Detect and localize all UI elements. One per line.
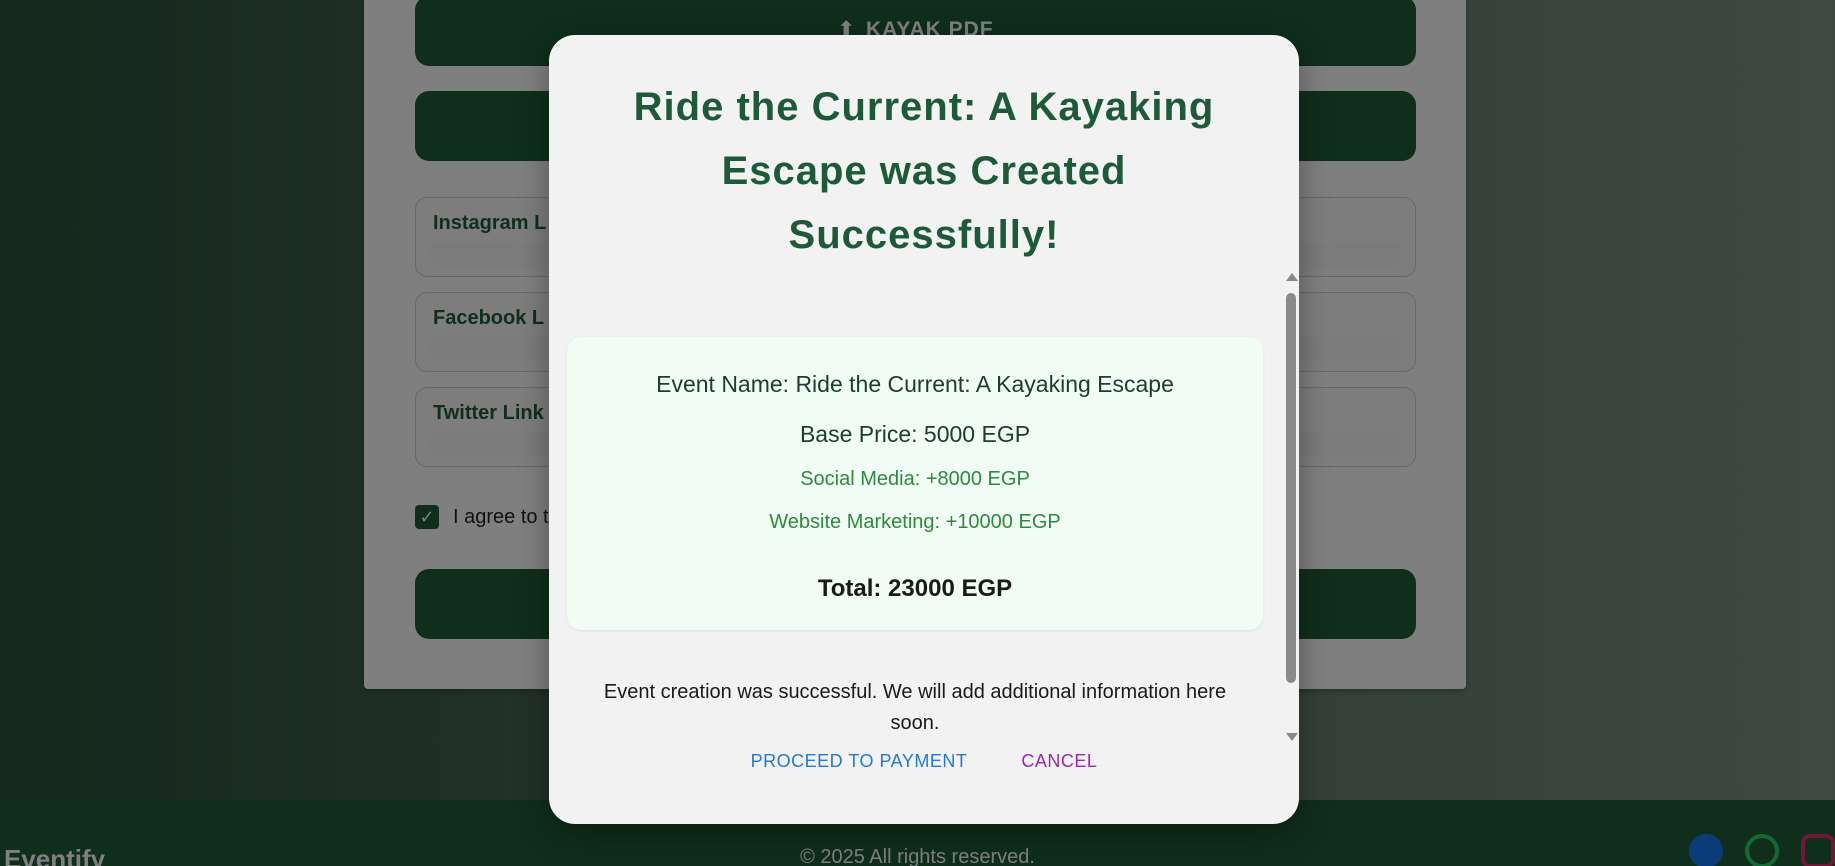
modal-actions: PROCEED TO PAYMENT CANCEL: [549, 751, 1299, 772]
scroll-down-arrow-icon[interactable]: [1286, 733, 1298, 741]
price-summary-card: Event Name: Ride the Current: A Kayaking…: [567, 337, 1263, 630]
event-name-line: Event Name: Ride the Current: A Kayaking…: [656, 371, 1174, 397]
modal-scrollbar[interactable]: [1284, 271, 1299, 741]
cancel-button[interactable]: CANCEL: [1021, 751, 1097, 772]
info-message: Event creation was successful. We will a…: [603, 681, 1227, 734]
base-price-line: Base Price: 5000 EGP: [799, 421, 1031, 447]
modal-title: Ride the Current: A Kayaking Escape was …: [633, 85, 1215, 257]
modal-content: Event Name: Ride the Current: A Kayaking…: [549, 271, 1299, 741]
scrollbar-thumb[interactable]: [1286, 293, 1296, 683]
addon-website-marketing-line: Website Marketing: +10000 EGP: [769, 511, 1061, 533]
success-modal: Ride the Current: A Kayaking Escape was …: [549, 35, 1299, 824]
proceed-to-payment-button[interactable]: PROCEED TO PAYMENT: [751, 751, 968, 772]
addon-social-media-line: Social Media: +8000 EGP: [800, 468, 1030, 490]
total-line: Total: 23000 EGP: [817, 575, 1013, 602]
scroll-up-arrow-icon[interactable]: [1286, 273, 1298, 281]
